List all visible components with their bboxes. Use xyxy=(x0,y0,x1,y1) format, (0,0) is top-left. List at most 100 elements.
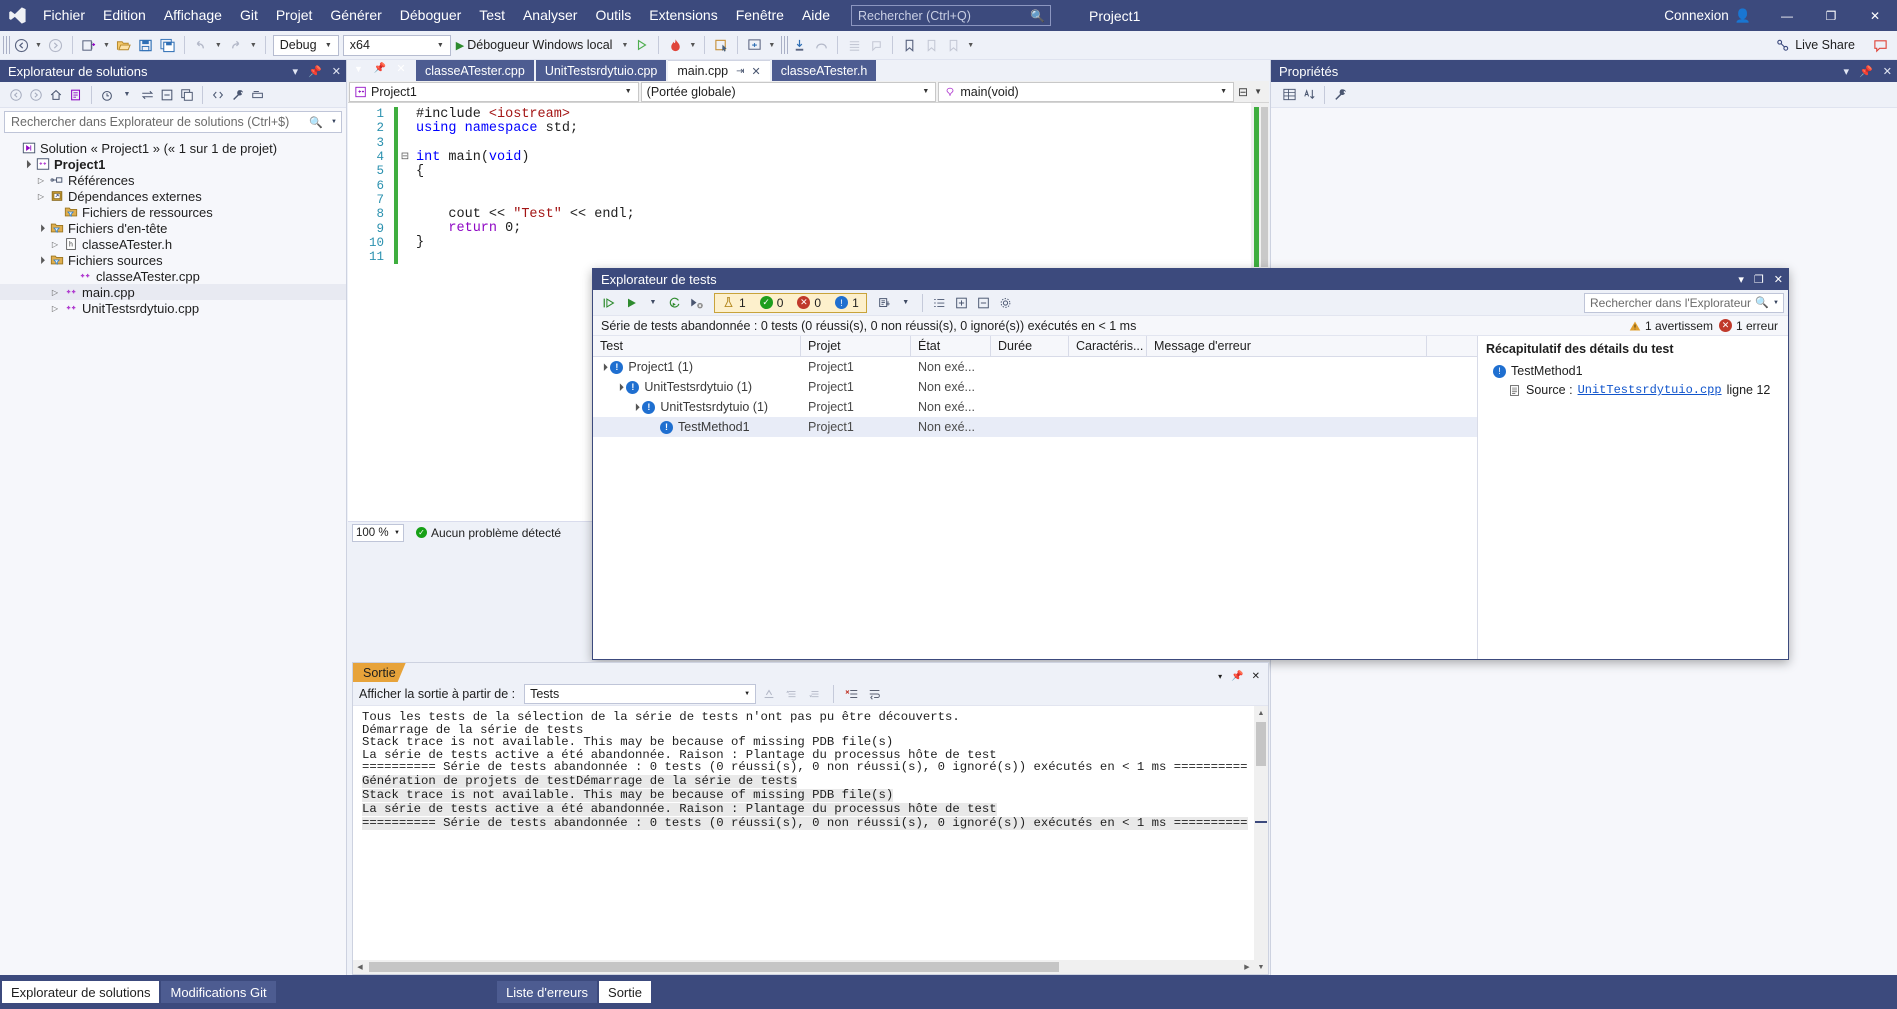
menu-outils[interactable]: Outils xyxy=(586,0,640,31)
open-file-icon[interactable] xyxy=(113,33,135,57)
pane-menu-icon[interactable]: ▾ xyxy=(1839,65,1855,78)
editor-tab[interactable]: classeATester.cpp xyxy=(416,60,534,81)
collapsed-twisty-icon[interactable]: ▷ xyxy=(48,240,62,249)
solution-tree[interactable]: Solution « Project1 » (« 1 sur 1 de proj… xyxy=(0,136,346,975)
new-project-dropdown-icon[interactable]: ▼ xyxy=(100,42,113,49)
test-grid-column-header[interactable]: État xyxy=(911,336,991,357)
editor-tab[interactable]: classeATester.h xyxy=(771,60,877,81)
chevron-down-icon[interactable]: ▼ xyxy=(117,84,137,106)
test-grid-rows[interactable]: ◢! Project1 (1) Project1 Non exé... ◢! UnitTe… xyxy=(593,357,1477,437)
forward-arrow-icon[interactable] xyxy=(26,84,46,106)
start-debugging-button[interactable]: ▶ Débogueur Windows local xyxy=(453,33,619,57)
output-text[interactable]: Tous les tests de la sélection de la sér… xyxy=(353,706,1268,830)
previous-bookmark-icon[interactable] xyxy=(920,33,942,57)
test-grid-column-header[interactable]: Test xyxy=(593,336,801,357)
menu-git[interactable]: Git xyxy=(231,0,267,31)
go-to-next-icon[interactable] xyxy=(805,684,825,704)
collapsed-twisty-icon[interactable]: ▷ xyxy=(48,288,62,297)
expanded-twisty-icon[interactable]: ◢ xyxy=(599,362,609,372)
select-element-icon[interactable] xyxy=(710,33,732,57)
test-grid[interactable]: Test Projet État Durée Caractéris... Message … xyxy=(593,336,1478,659)
collapse-all-icon[interactable] xyxy=(973,292,994,314)
categorized-icon[interactable] xyxy=(1279,84,1299,106)
menu-test[interactable]: Test xyxy=(470,0,514,31)
status-tab[interactable]: Liste d'erreurs xyxy=(497,981,598,1003)
nav-scope-combo[interactable]: (Portée globale) ▼ xyxy=(640,81,937,102)
live-visual-tree-dropdown-icon[interactable]: ▼ xyxy=(765,42,778,49)
menu-fenetre[interactable]: Fenêtre xyxy=(727,0,793,31)
output-hscroll-thumb[interactable] xyxy=(369,962,1059,972)
preview-icon[interactable] xyxy=(248,84,268,106)
scroll-right-icon[interactable]: ▶ xyxy=(1240,960,1254,974)
back-arrow-icon[interactable] xyxy=(6,84,26,106)
send-feedback-icon[interactable] xyxy=(1869,33,1891,57)
solution-explorer-search-input[interactable]: Rechercher dans Explorateur de solutions… xyxy=(4,111,342,133)
pane-menu-icon[interactable]: ▾ xyxy=(1733,273,1749,286)
bookmark-icon[interactable] xyxy=(898,33,920,57)
settings-gear-icon[interactable] xyxy=(995,292,1016,314)
scroll-left-icon[interactable]: ◀ xyxy=(353,960,367,974)
properties-page-icon[interactable] xyxy=(1330,84,1350,106)
menu-aide[interactable]: Aide xyxy=(793,0,839,31)
output-tab[interactable]: Sortie xyxy=(353,663,406,682)
collapsed-twisty-icon[interactable]: ▷ xyxy=(34,192,48,201)
test-grid-column-header[interactable]: Projet xyxy=(801,336,911,357)
history-icon[interactable] xyxy=(97,84,117,106)
navigate-backward-dropdown-icon[interactable]: ▼ xyxy=(32,42,45,49)
test-grid-column-header[interactable]: Message d'erreur xyxy=(1147,336,1427,357)
playlist-icon[interactable] xyxy=(874,292,895,314)
step-over-icon[interactable] xyxy=(810,33,832,57)
status-tab[interactable]: Sortie xyxy=(599,981,651,1003)
pane-close-icon[interactable]: ✕ xyxy=(1878,65,1897,78)
go-to-previous-icon[interactable] xyxy=(782,684,802,704)
pane-pin-icon[interactable]: 📌 xyxy=(303,65,327,78)
pane-close-icon[interactable]: ✕ xyxy=(327,65,346,78)
start-debugging-dropdown-icon[interactable]: ▼ xyxy=(618,42,631,49)
alphabetical-icon[interactable] xyxy=(1299,84,1319,106)
editor-tab[interactable]: main.cpp ⇥ ✕ xyxy=(668,60,770,81)
navigate-backward-icon[interactable] xyxy=(10,33,32,57)
menu-analyser[interactable]: Analyser xyxy=(514,0,586,31)
account-icon[interactable]: 👤 xyxy=(1735,8,1765,24)
status-tab[interactable]: Modifications Git xyxy=(161,981,276,1003)
redo-icon[interactable] xyxy=(225,33,247,57)
nav-member-combo[interactable]: main(void) ▼ xyxy=(938,81,1235,102)
expand-all-icon[interactable] xyxy=(951,292,972,314)
status-tab[interactable]: Explorateur de solutions xyxy=(2,981,160,1003)
tab-close-icon[interactable]: ✕ xyxy=(391,62,410,75)
live-visual-tree-icon[interactable] xyxy=(743,33,765,57)
run-dropdown-icon[interactable]: ▼ xyxy=(643,292,663,314)
expanded-twisty-icon[interactable]: ◢ xyxy=(33,252,49,268)
clear-all-icon[interactable] xyxy=(842,684,862,704)
playlist-dropdown-icon[interactable]: ▼ xyxy=(896,292,916,314)
solution-configuration-combo[interactable]: Debug ▼ xyxy=(272,34,339,56)
live-share-button[interactable]: Live Share xyxy=(1775,38,1869,53)
sync-icon[interactable] xyxy=(137,84,157,106)
search-icon[interactable]: 🔍 xyxy=(1751,296,1773,309)
test-detail-source-link[interactable]: UnitTestsrdytuio.cpp xyxy=(1578,383,1722,397)
output-horizontal-scrollbar[interactable]: ◀ ▶ xyxy=(353,960,1254,974)
run-all-tests-icon[interactable] xyxy=(599,292,620,314)
step-into-icon[interactable] xyxy=(788,33,810,57)
output-pane-menu-icon[interactable]: ▾ xyxy=(1213,672,1227,681)
next-bookmark-icon[interactable] xyxy=(942,33,964,57)
toolbar-grip[interactable] xyxy=(3,36,10,54)
collapse-region-icon[interactable]: ⊟ xyxy=(398,151,412,163)
solution-tree-item[interactable]: ◢ Fichiers sources xyxy=(0,252,346,268)
hot-reload-dropdown-icon[interactable]: ▼ xyxy=(686,42,699,49)
test-grid-row[interactable]: ◢! UnitTestsrdytuio (1) Project1 Non exé... xyxy=(593,397,1477,417)
editor-tabs[interactable]: classeATester.cpp UnitTestsrdytuio.cpp mai… xyxy=(416,60,878,81)
split-editor-icon[interactable]: ⊟ xyxy=(1235,85,1251,99)
expanded-twisty-icon[interactable]: ◢ xyxy=(615,382,625,392)
test-grid-column-header[interactable]: Durée xyxy=(991,336,1069,357)
nav-project-combo[interactable]: Project1 ▼ xyxy=(349,81,639,102)
tab-list-icon[interactable]: ▼ xyxy=(348,64,369,74)
properties-icon[interactable] xyxy=(228,84,248,106)
editor-options-icon[interactable]: ▼ xyxy=(1251,87,1265,96)
editor-problem-status[interactable]: ✓ Aucun problème détecté xyxy=(404,526,561,540)
search-icon[interactable]: 🔍 xyxy=(305,116,327,129)
menu-fichier[interactable]: Fichier xyxy=(34,0,94,31)
pane-maximize-icon[interactable]: ❐ xyxy=(1749,273,1769,286)
badge-total[interactable]: 1 xyxy=(715,296,753,310)
menu-affichage[interactable]: Affichage xyxy=(155,0,231,31)
